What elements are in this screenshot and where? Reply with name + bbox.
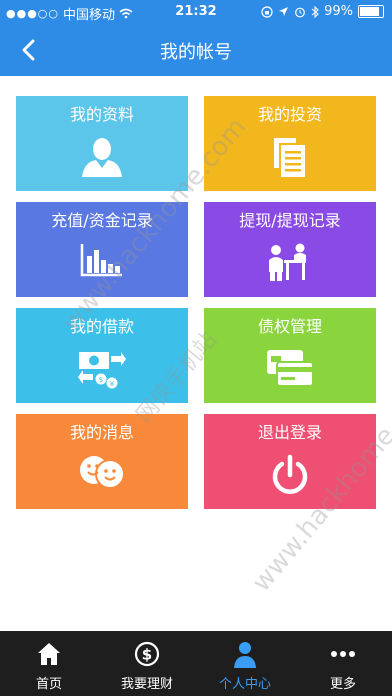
tile-label: 充值/资金记录 xyxy=(51,211,153,230)
status-right: 99% xyxy=(261,4,384,19)
tile-my-messages[interactable]: 我的消息 xyxy=(16,414,188,509)
power-icon xyxy=(272,454,308,494)
home-icon xyxy=(38,643,60,665)
svg-text:$: $ xyxy=(99,376,103,384)
page-title: 我的帐号 xyxy=(160,42,232,63)
dollar-coin-icon: $ xyxy=(134,641,160,667)
more-dots-icon xyxy=(331,651,355,657)
tab-label: 我要理财 xyxy=(120,677,173,692)
tile-debt-management[interactable]: 债权管理 xyxy=(204,308,376,403)
svg-text:¥: ¥ xyxy=(110,380,115,388)
tab-label: 更多 xyxy=(329,677,356,692)
battery-percent: 99% xyxy=(324,4,353,19)
battery-icon xyxy=(358,5,384,18)
chat-faces-icon xyxy=(80,456,125,489)
tile-my-investments[interactable]: 我的投资 xyxy=(204,96,376,191)
user-icon xyxy=(82,138,122,177)
location-arrow-icon xyxy=(279,7,289,16)
counter-service-icon xyxy=(269,243,306,281)
tab-label: 首页 xyxy=(35,677,62,692)
bluetooth-icon xyxy=(311,5,319,18)
alarm-icon xyxy=(295,7,305,17)
tab-more[interactable]: 更多 xyxy=(294,631,392,696)
tile-label: 提现/提现记录 xyxy=(239,211,341,230)
bar-chart-icon xyxy=(80,244,122,277)
orientation-lock-icon xyxy=(261,5,273,18)
tile-recharge-records[interactable]: 充值/资金记录 xyxy=(16,202,188,297)
documents-icon xyxy=(274,138,307,179)
nav-bar: 我的帐号 xyxy=(0,24,392,76)
tab-home[interactable]: 首页 xyxy=(0,631,98,696)
tile-label: 我的资料 xyxy=(69,105,134,124)
status-bar: ●●●○○ 中国移动 21:32 99% xyxy=(0,0,392,24)
tab-personal-center[interactable]: 个人中心 xyxy=(196,631,294,696)
tile-label: 我的借款 xyxy=(69,317,134,336)
tile-my-loans[interactable]: 我的借款 $ ¥ xyxy=(16,308,188,403)
tile-label: 我的消息 xyxy=(69,423,134,442)
tile-label: 债权管理 xyxy=(257,317,322,336)
tile-withdraw-records[interactable]: 提现/提现记录 xyxy=(204,202,376,297)
tab-bar: 首页 $ 我要理财 个人中心 更多 xyxy=(0,631,392,696)
tile-my-profile[interactable]: 我的资料 xyxy=(16,96,188,191)
tile-logout[interactable]: 退出登录 xyxy=(204,414,376,509)
tab-label: 个人中心 xyxy=(218,677,271,692)
tile-label: 我的投资 xyxy=(257,105,322,124)
tile-label: 退出登录 xyxy=(257,423,322,442)
person-icon xyxy=(234,642,256,668)
cards-icon xyxy=(267,350,314,387)
money-transfer-icon: $ ¥ xyxy=(78,352,126,389)
tab-invest[interactable]: $ 我要理财 xyxy=(98,631,196,696)
svg-text:$: $ xyxy=(142,646,152,664)
